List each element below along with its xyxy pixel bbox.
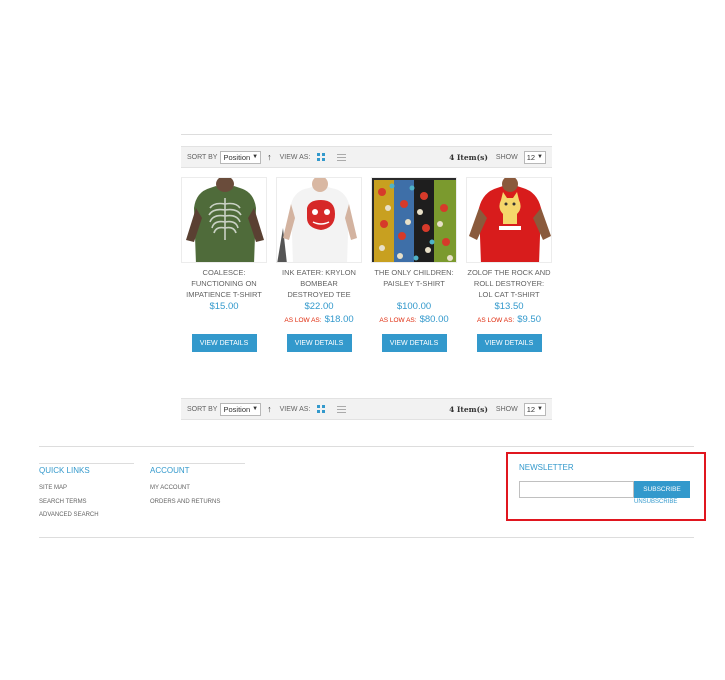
as-low-as-price: $80.00 <box>419 314 449 325</box>
product-price: $13.50 <box>494 301 524 312</box>
show-limit-select[interactable]: 12 ▼ <box>523 150 546 164</box>
toolbar-bottom: Sort By Position ▼ ↑ View as: 4 Item(s) S… <box>181 398 552 420</box>
view-details-button[interactable]: View Details <box>191 334 257 352</box>
product-price: $15.00 <box>209 301 239 312</box>
product-item: Coalesce: Functioning On Impatience T-Sh… <box>181 177 267 352</box>
footer-link-search-terms[interactable]: Search Terms <box>39 496 134 510</box>
product-item: Zolof The Rock And Roll Destroyer: LOL C… <box>466 177 552 352</box>
product-name[interactable]: Coalesce: Functioning On Impatience T-Sh… <box>181 267 267 300</box>
product-item: The Only Children: Paisley T-Shirt $100.… <box>371 177 457 352</box>
product-name[interactable]: Zolof The Rock And Roll Destroyer: LOL C… <box>466 267 552 300</box>
newsletter-title: Newsletter <box>519 463 574 472</box>
chevron-down-icon: ▼ <box>252 154 259 160</box>
product-image[interactable] <box>181 177 267 263</box>
footer-link-advanced-search[interactable]: Advanced Search <box>39 509 134 523</box>
as-low-as-label: As low as: <box>284 317 322 324</box>
quick-links-title: Quick Links <box>39 463 134 475</box>
show-limit-select[interactable]: 12 ▼ <box>523 402 546 416</box>
list-view-icon[interactable] <box>337 405 347 413</box>
as-low-as-label: As low as: <box>477 317 515 324</box>
paisley-tshirts-stack-icon <box>372 178 456 262</box>
as-low-as-label: As low as: <box>379 317 417 324</box>
subscribe-button[interactable]: Subscribe <box>634 481 690 498</box>
sort-by-value: Position <box>223 152 251 162</box>
toolbar-top: Sort By Position ▼ ↑ View as: 4 Item(s) S… <box>181 146 552 168</box>
red-cat-tshirt-icon <box>467 178 551 262</box>
sort-by-select[interactable]: Position ▼ <box>220 402 262 416</box>
footer-divider-top <box>39 446 694 447</box>
chevron-down-icon: ▼ <box>537 406 543 412</box>
newsletter-email-input[interactable] <box>519 481 634 498</box>
view-as-label: View as: <box>279 405 311 413</box>
view-details-button[interactable]: View Details <box>381 334 447 352</box>
product-name[interactable]: Ink Eater: Krylon Bombear Destroyed Tee <box>276 267 362 300</box>
view-as-label: View as: <box>279 153 311 161</box>
as-low-as-price: $18.00 <box>324 314 354 325</box>
grid-view-icon[interactable] <box>317 405 326 413</box>
chevron-down-icon: ▼ <box>537 154 543 160</box>
item-count: 4 Item(s) <box>449 404 488 414</box>
sort-by-value: Position <box>223 404 251 414</box>
product-item: Ink Eater: Krylon Bombear Destroyed Tee … <box>276 177 362 352</box>
footer-quick-links: Quick Links Site Map Search Terms Advanc… <box>39 463 134 523</box>
grid-view-icon[interactable] <box>317 153 326 161</box>
white-red-bear-tshirt-icon <box>277 178 361 262</box>
sort-by-label: Sort By <box>187 153 218 161</box>
view-details-button[interactable]: View Details <box>286 334 352 352</box>
show-label: Show <box>495 153 518 161</box>
show-limit-value: 12 <box>526 152 536 162</box>
product-image[interactable] <box>371 177 457 263</box>
view-details-button[interactable]: View Details <box>476 334 542 352</box>
sort-direction-arrow-icon[interactable]: ↑ <box>267 152 272 162</box>
show-label: Show <box>495 405 518 413</box>
product-price: $100.00 <box>396 301 432 312</box>
show-limit-value: 12 <box>526 404 536 414</box>
list-view-icon[interactable] <box>337 153 347 161</box>
green-skeleton-tshirt-icon <box>182 178 266 262</box>
footer-link-my-account[interactable]: My Account <box>150 482 245 496</box>
account-title: Account <box>150 463 245 475</box>
item-count: 4 Item(s) <box>449 152 488 162</box>
as-low-as-price: $9.50 <box>517 314 541 325</box>
sort-by-label: Sort By <box>187 405 218 413</box>
product-grid: Coalesce: Functioning On Impatience T-Sh… <box>181 177 552 352</box>
chevron-down-icon: ▼ <box>252 406 259 412</box>
sort-direction-arrow-icon[interactable]: ↑ <box>267 404 272 414</box>
product-name[interactable]: The Only Children: Paisley T-Shirt <box>371 267 457 300</box>
product-image[interactable] <box>276 177 362 263</box>
sort-by-select[interactable]: Position ▼ <box>220 150 262 164</box>
footer-link-site-map[interactable]: Site Map <box>39 482 134 496</box>
footer-link-orders-returns[interactable]: Orders and Returns <box>150 496 245 510</box>
footer-account: Account My Account Orders and Returns <box>150 463 245 509</box>
footer-divider-bottom <box>39 537 694 538</box>
top-divider <box>181 134 552 135</box>
product-price: $22.00 <box>304 301 334 312</box>
product-image[interactable] <box>466 177 552 263</box>
unsubscribe-link[interactable]: Unsubscribe <box>634 499 677 505</box>
